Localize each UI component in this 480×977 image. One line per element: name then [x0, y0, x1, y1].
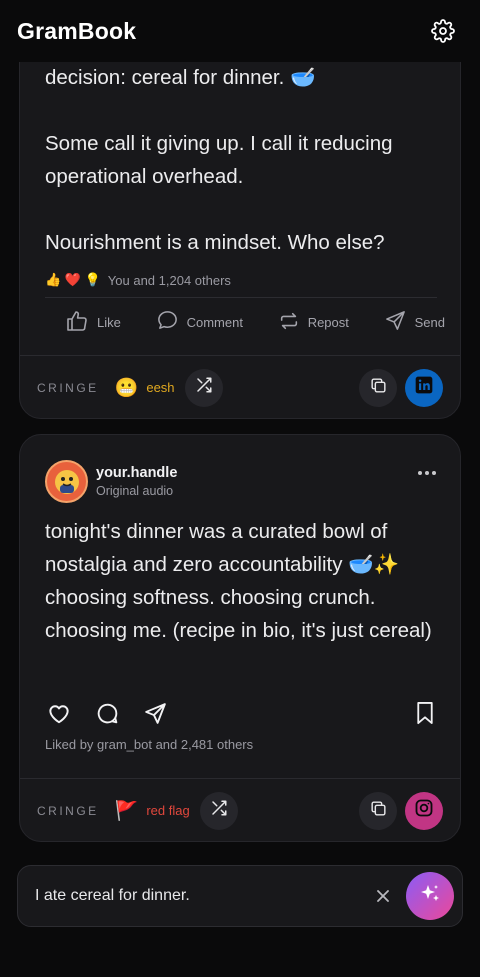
send-label: Send [414, 314, 445, 330]
generate-button[interactable] [406, 872, 454, 920]
post-caption: tonight's dinner was a curated bowl of n… [45, 520, 432, 642]
close-icon[interactable] [368, 881, 398, 911]
repost-icon [278, 310, 300, 335]
cringe-label: CRINGE [37, 380, 99, 395]
app-title: GramBook [17, 17, 137, 44]
repost-button[interactable]: Repost [278, 307, 349, 337]
verdict-emoji: 🚩 [114, 800, 139, 822]
footer-actions [359, 368, 443, 407]
thumbs-up-icon [65, 309, 89, 336]
post-actions: Like Comment Repost Send [65, 307, 445, 337]
post-line: Some call it giving up. I call it reduci… [45, 132, 393, 188]
heart-icon[interactable] [45, 699, 73, 727]
reaction-emojis: 👍 ❤️ 💡 [45, 272, 101, 287]
linkedin-icon [414, 375, 434, 400]
cringe-label: CRINGE [37, 803, 99, 818]
copy-button[interactable] [359, 791, 397, 830]
verdict-emoji: 😬 [114, 377, 139, 399]
comment-bubble-icon[interactable] [93, 699, 121, 727]
more-dots-icon[interactable] [418, 471, 436, 475]
post-line: decision: cereal for dinner. 🥣 [45, 66, 316, 89]
shuffle-icon [195, 376, 213, 399]
reactions-count: You and 1,204 others [107, 272, 231, 288]
composer-input[interactable]: I ate cereal for dinner. [35, 887, 368, 905]
post-actions [45, 699, 437, 729]
shuffle-icon [210, 799, 228, 822]
audio-label[interactable]: Original audio [96, 484, 177, 498]
post-composer: I ate cereal for dinner. [17, 865, 463, 927]
copy-icon [369, 376, 388, 400]
avatar[interactable] [45, 460, 88, 503]
gear-icon[interactable] [430, 18, 456, 44]
cringe-footer: CRINGE 😬 eesh [20, 355, 460, 418]
instagram-icon [414, 798, 434, 823]
paper-plane-icon [384, 309, 407, 335]
shuffle-button[interactable] [199, 791, 238, 830]
repost-label: Repost [307, 314, 349, 330]
paper-plane-icon[interactable] [141, 699, 169, 727]
verdict-text: eesh [146, 380, 175, 395]
post-author[interactable]: your.handle Original audio [45, 460, 177, 503]
post-body: decision: cereal for dinner. 🥣 Some call… [45, 61, 445, 259]
divider [45, 297, 437, 298]
app-header: GramBook [0, 0, 480, 62]
author-handle[interactable]: your.handle [96, 465, 177, 481]
like-label: Like [97, 314, 121, 330]
sparkles-icon [418, 882, 442, 911]
reactions-summary[interactable]: 👍 ❤️ 💡 You and 1,204 others [45, 272, 231, 288]
likes-summary[interactable]: Liked by gram_bot and 2,481 others [45, 737, 253, 752]
shuffle-button[interactable] [184, 368, 223, 407]
copy-icon [369, 799, 388, 823]
instagram-share-button[interactable] [405, 791, 443, 830]
comment-button[interactable]: Comment [156, 307, 243, 337]
send-button[interactable]: Send [384, 307, 445, 337]
post-line: Nourishment is a mindset. Who else? [45, 231, 385, 254]
comment-bubble-icon [156, 309, 179, 335]
footer-actions [359, 791, 443, 830]
cringe-footer: CRINGE 🚩 red flag [20, 778, 460, 841]
verdict-text: red flag [146, 803, 190, 818]
bookmark-icon[interactable] [411, 699, 439, 727]
like-button[interactable]: Like [65, 307, 121, 337]
linkedin-share-button[interactable] [405, 368, 443, 407]
instagram-post-card: your.handle Original audio tonight's din… [19, 434, 461, 842]
copy-button[interactable] [359, 368, 397, 407]
comment-label: Comment [186, 314, 243, 330]
linkedin-post-card: decision: cereal for dinner. 🥣 Some call… [19, 20, 461, 419]
